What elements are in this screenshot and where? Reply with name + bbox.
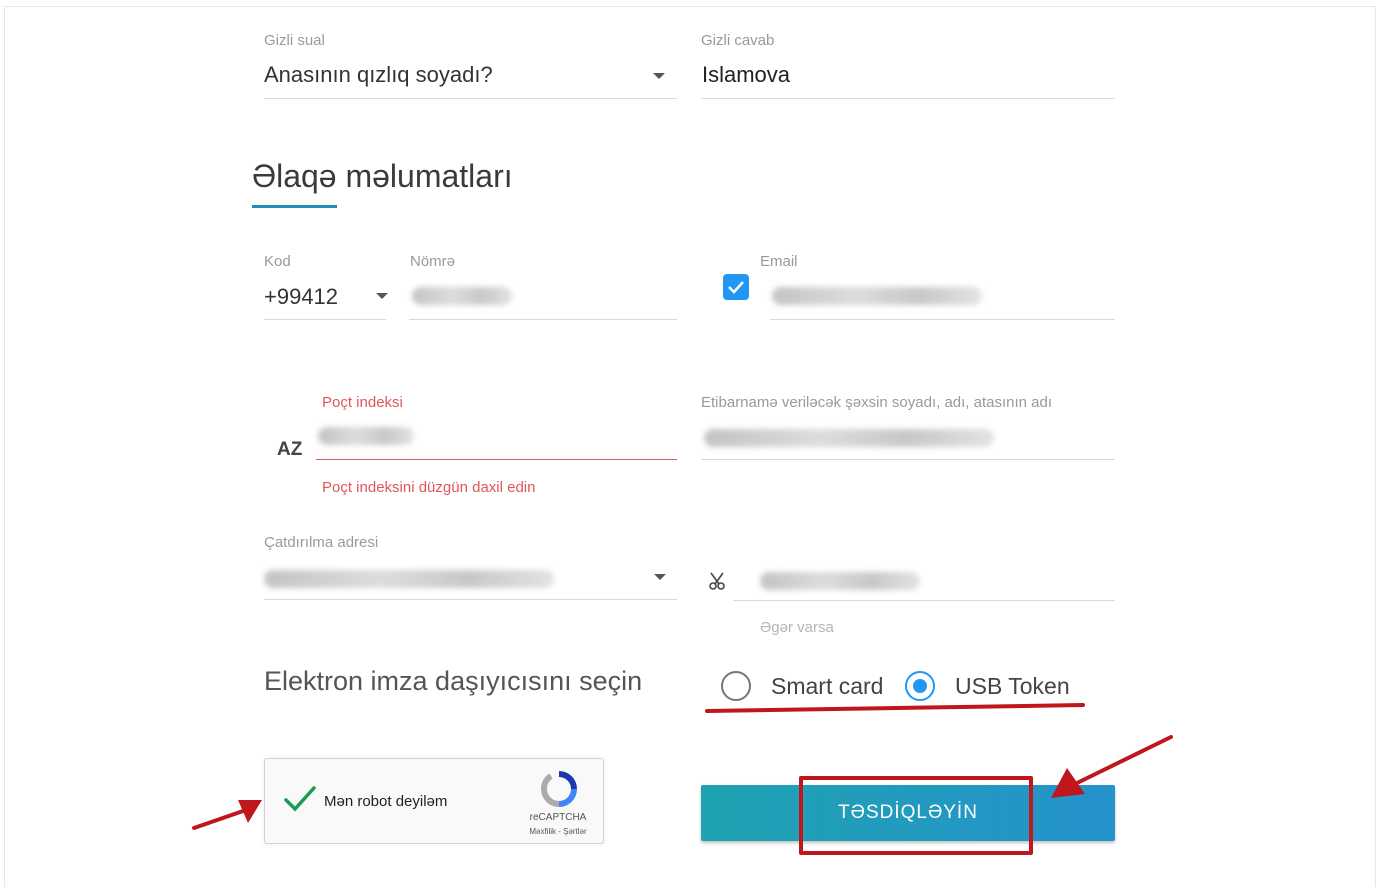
- phone-code-select[interactable]: +99412: [264, 284, 338, 310]
- chevron-down-icon[interactable]: [376, 293, 388, 299]
- annotation-arrow-right: [1051, 735, 1173, 798]
- phone-code-label: Kod: [264, 253, 291, 270]
- postal-code-input[interactable]: [318, 427, 414, 445]
- radio-usb-token[interactable]: [905, 671, 935, 701]
- radio-usb-token-label[interactable]: USB Token: [955, 673, 1070, 700]
- secret-answer-input[interactable]: Islamova: [702, 62, 790, 88]
- recaptcha-links[interactable]: Məxfilik - Şərtlər: [519, 827, 597, 836]
- proxy-name-underline: [701, 459, 1115, 460]
- proxy-name-input[interactable]: [704, 429, 994, 447]
- scissors-icon: [709, 572, 725, 590]
- secret-question-label: Gizli sual: [264, 32, 325, 49]
- chevron-down-icon[interactable]: [653, 73, 665, 79]
- secret-answer-label: Gizli cavab: [701, 32, 775, 49]
- postal-code-label: Poçt indeksi: [322, 394, 403, 411]
- phone-number-label: Nömrə: [410, 253, 456, 270]
- optional-hint: Əgər varsa: [760, 619, 834, 636]
- postal-prefix: AZ: [277, 439, 303, 460]
- phone-code-underline: [264, 319, 386, 320]
- email-input[interactable]: [772, 287, 982, 305]
- optional-input[interactable]: [760, 572, 920, 590]
- postal-code-underline: [316, 459, 677, 460]
- optional-input-underline: [733, 600, 1115, 601]
- delivery-address-underline: [264, 599, 677, 600]
- annotation-arrow-left: [192, 800, 262, 830]
- email-label: Email: [760, 253, 798, 270]
- proxy-name-label: Etibarnamə veriləcək şəxsin soyadı, adı,…: [701, 394, 1053, 411]
- recaptcha-logo-icon: [541, 771, 577, 807]
- section-title-underline: [252, 205, 337, 208]
- email-underline: [770, 319, 1115, 320]
- email-checkbox[interactable]: [723, 274, 749, 300]
- phone-number-input[interactable]: [412, 287, 512, 305]
- section-title: Əlaqə məlumatları: [252, 158, 513, 194]
- chevron-down-icon[interactable]: [654, 574, 666, 580]
- secret-answer-underline: [701, 98, 1115, 99]
- postal-code-error: Poçt indeksini düzgün daxil edin: [322, 479, 536, 496]
- recaptcha-label: Mən robot deyiləm: [324, 793, 448, 810]
- radio-smart-card[interactable]: [721, 671, 751, 701]
- secret-question-underline: [264, 98, 677, 99]
- secret-question-select[interactable]: Anasının qızlıq soyadı?: [264, 62, 493, 88]
- radio-smart-card-label[interactable]: Smart card: [771, 673, 883, 700]
- annotation-underline: [705, 703, 1085, 713]
- delivery-address-label: Çatdırılma adresi: [264, 534, 379, 551]
- signature-title: Elektron imza daşıyıcısını seçin: [264, 666, 643, 696]
- recaptcha-widget[interactable]: Mən robot deyiləm reCAPTCHA Məxfilik - Ş…: [264, 758, 604, 844]
- checkmark-icon[interactable]: [283, 785, 317, 813]
- check-icon: [728, 281, 744, 294]
- radio-selected-dot: [913, 679, 927, 693]
- phone-number-underline: [409, 319, 677, 320]
- delivery-address-select[interactable]: [264, 570, 554, 588]
- recaptcha-brand: reCAPTCHA: [529, 812, 587, 823]
